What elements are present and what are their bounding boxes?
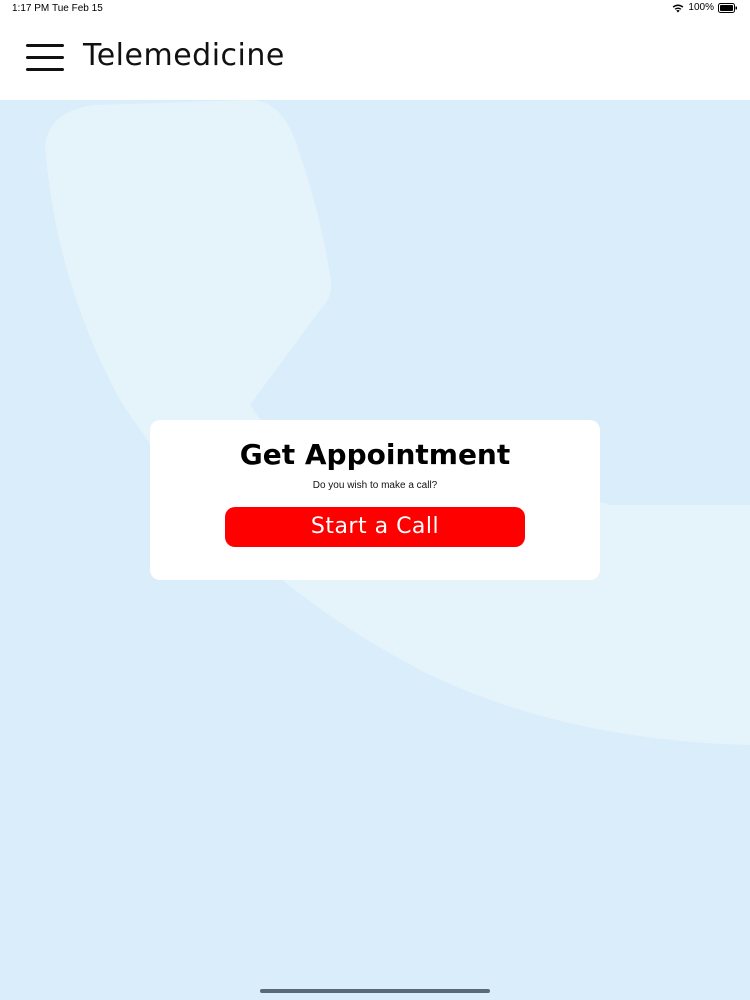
battery-full-icon [718,2,737,13]
start-call-button[interactable]: Start a Call [225,507,525,547]
home-indicator[interactable] [260,989,490,993]
navigation-bar: Telemedicine [0,18,750,100]
hamburger-menu-icon[interactable] [26,44,64,72]
menu-line [26,68,64,71]
card-subtitle: Do you wish to make a call? [312,480,438,491]
wifi-icon [673,4,684,12]
appointment-card: Get Appointment Do you wish to make a ca… [150,420,600,580]
menu-line [26,56,64,59]
status-time: 1:17 PM [12,3,50,14]
status-date: Tue Feb 15 [52,3,103,14]
status-bar: 1:17 PM Tue Feb 15 100% [0,0,750,18]
page-title: Telemedicine [83,38,285,73]
battery-percentage: 100% [688,2,714,13]
menu-line [26,44,64,47]
app-screen: 1:17 PM Tue Feb 15 100% Telemedicine Get… [0,0,750,1000]
card-title: Get Appointment [239,438,511,471]
status-indicators: 100% [672,2,738,13]
